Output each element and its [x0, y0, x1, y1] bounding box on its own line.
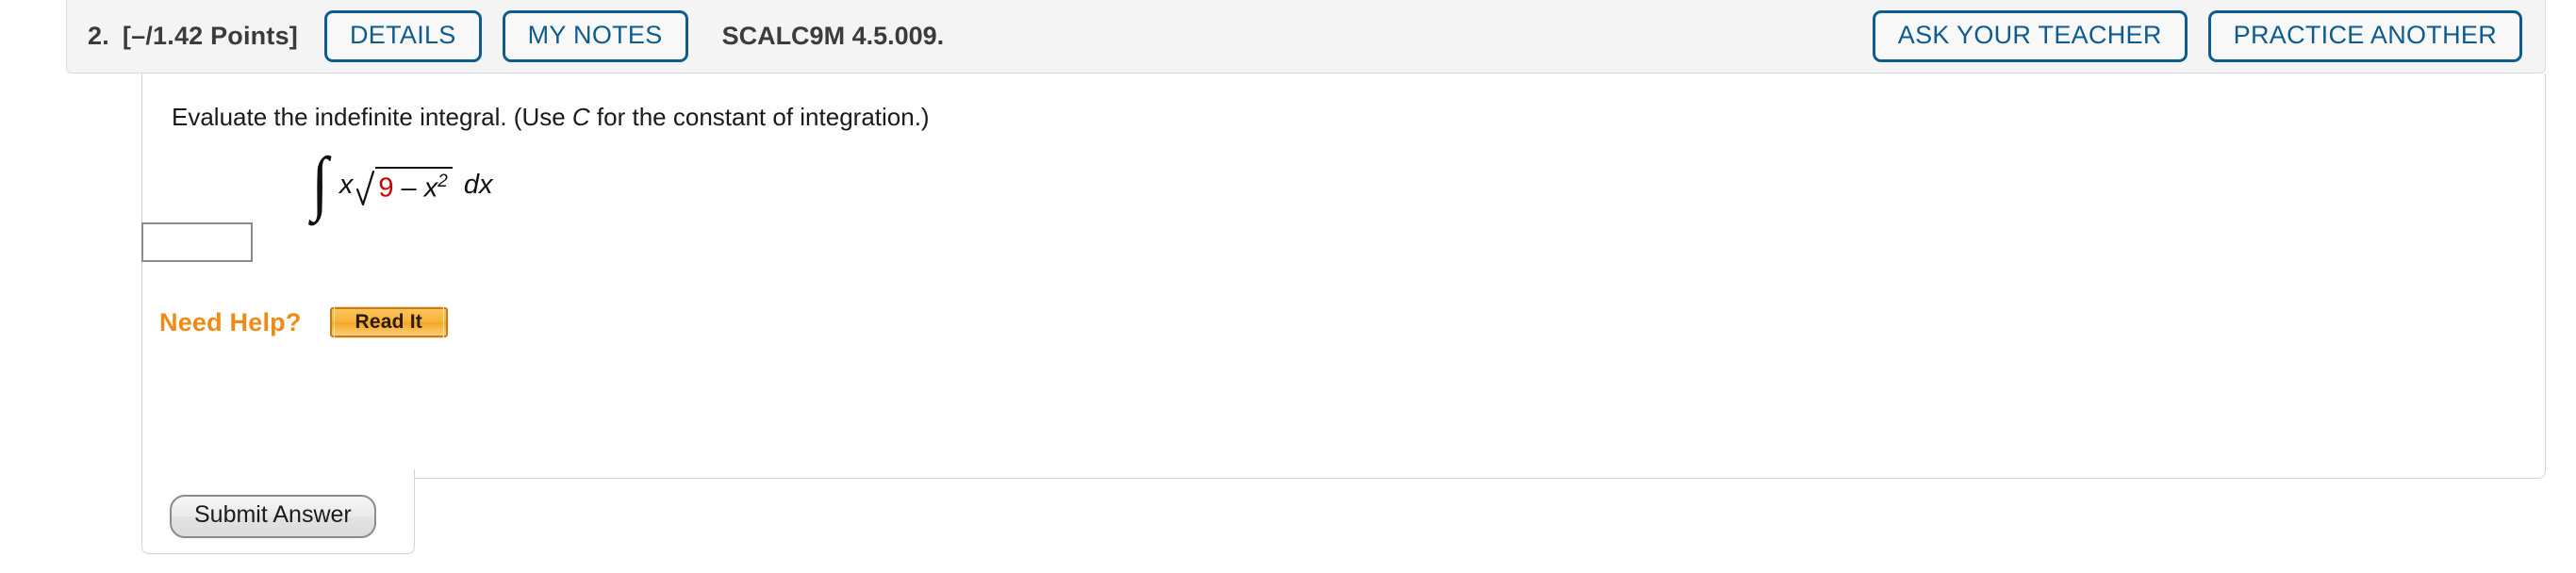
question-header-bar: 2. [–/1.42 Points] DETAILS MY NOTES SCAL… [66, 0, 2546, 74]
question-screen: 2. [–/1.42 Points] DETAILS MY NOTES SCAL… [0, 0, 2576, 573]
read-it-label: Read It [333, 306, 444, 338]
submit-answer-button[interactable]: Submit Answer [170, 495, 376, 538]
radical-tick-icon [356, 169, 375, 206]
answer-input[interactable] [141, 222, 253, 262]
integral-expression: ∫ x 9 – x2 dx [310, 143, 493, 222]
question-prompt: Evaluate the indefinite integral. (Use C… [172, 103, 930, 132]
details-button[interactable]: DETAILS [323, 10, 482, 62]
square-root-icon: 9 – x2 [356, 166, 453, 206]
question-body-panel: Evaluate the indefinite integral. (Use C… [141, 74, 2546, 479]
prompt-text-end: for the constant of integration.) [589, 103, 930, 131]
need-help-row: Need Help? Read It [159, 306, 448, 338]
prompt-text-start: Evaluate the indefinite integral. (Use [172, 103, 572, 131]
ask-your-teacher-button[interactable]: ASK YOUR TEACHER [1872, 10, 2188, 62]
differential-dx: dx [463, 169, 493, 200]
radicand-operator: – [401, 173, 417, 205]
prompt-constant-symbol: C [571, 103, 590, 131]
question-points: [–/1.42 Points] [122, 22, 298, 50]
question-number: 2. [88, 22, 109, 50]
integrand-variable: x [339, 169, 354, 200]
radicand-number: 9 [378, 173, 394, 205]
my-notes-button[interactable]: MY NOTES [502, 10, 688, 62]
integral-sign-icon: ∫ [311, 143, 329, 222]
read-it-button[interactable]: Read It [329, 306, 448, 338]
submit-panel: Submit Answer [141, 469, 415, 554]
radicand-variable: x [423, 173, 438, 205]
problem-code: SCALC9M 4.5.009. [721, 22, 945, 50]
need-help-label: Need Help? [159, 307, 302, 336]
radicand: 9 – x2 [375, 167, 453, 205]
radicand-exponent: 2 [438, 172, 448, 192]
practice-another-button[interactable]: PRACTICE ANOTHER [2207, 10, 2522, 62]
